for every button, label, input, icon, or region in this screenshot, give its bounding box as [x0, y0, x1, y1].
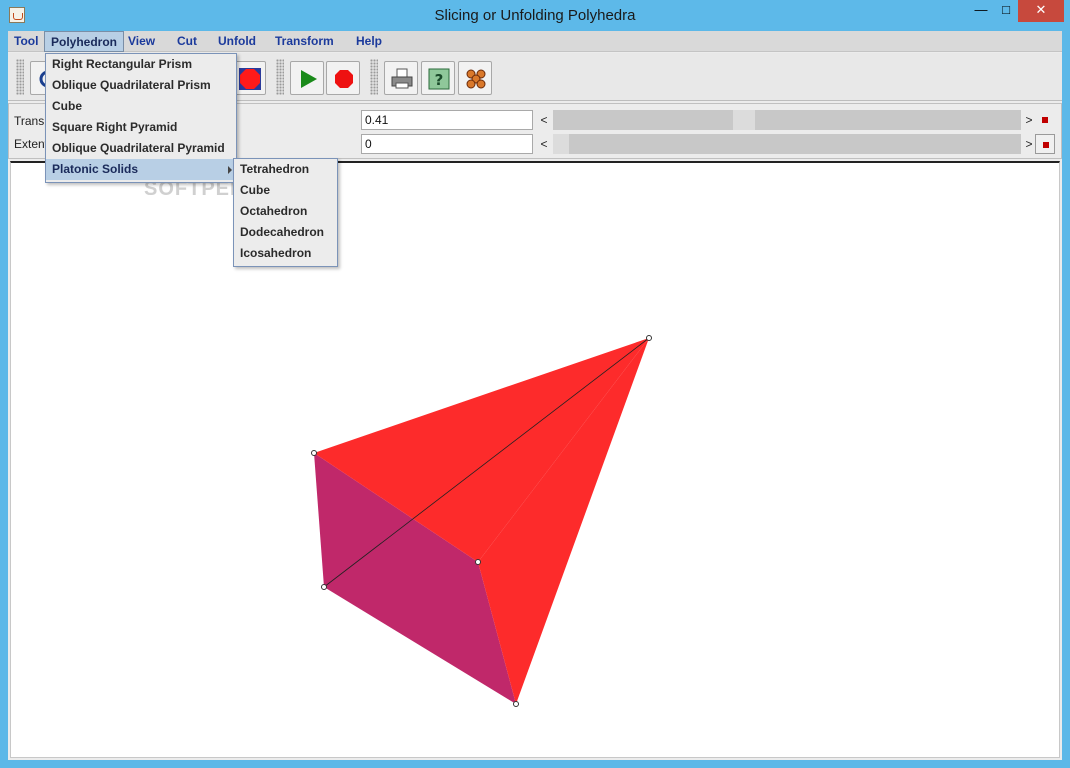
platonic-solids-submenu: Tetrahedron Cube Octahedron Dodecahedron… [233, 158, 338, 267]
print-icon [391, 68, 413, 89]
menu-transform[interactable]: Transform [269, 31, 340, 52]
minimize-button[interactable]: — [968, 0, 994, 22]
print-button[interactable] [384, 61, 418, 95]
svg-text:?: ? [435, 71, 444, 89]
octagon-button[interactable] [232, 61, 266, 95]
client-area: Tool Polyhedron View Cut Unfold Transfor… [8, 31, 1062, 760]
help-button[interactable]: ? [421, 61, 455, 95]
transparency-left-arrow[interactable]: < [536, 110, 552, 130]
menu-cut[interactable]: Cut [171, 31, 203, 52]
extent-label: Extent [14, 137, 49, 151]
extent-slider[interactable] [553, 134, 1021, 154]
app-window: Slicing or Unfolding Polyhedra — □ ✕ Too… [0, 0, 1070, 768]
molecule-icon [466, 69, 486, 89]
title-bar[interactable]: Slicing or Unfolding Polyhedra — □ ✕ [0, 0, 1070, 30]
toolbar-grip[interactable] [276, 59, 284, 95]
molecule-button[interactable] [458, 61, 492, 95]
menu-item-oblique-quadrilateral-prism[interactable]: Oblique Quadrilateral Prism [46, 75, 236, 96]
octagon-icon [239, 68, 261, 90]
polyhedron-drawing[interactable] [11, 163, 1059, 758]
menu-item-cube[interactable]: Cube [46, 96, 236, 117]
menu-item-oblique-quadrilateral-pyramid[interactable]: Oblique Quadrilateral Pyramid [46, 138, 236, 159]
vertex[interactable] [646, 335, 652, 341]
extent-slider-thumb[interactable] [553, 134, 569, 154]
menu-help[interactable]: Help [350, 31, 388, 52]
transparency-slider-thumb[interactable] [733, 110, 755, 130]
menu-unfold[interactable]: Unfold [212, 31, 262, 52]
menu-polyhedron[interactable]: Polyhedron [44, 31, 125, 52]
menu-item-square-right-pyramid[interactable]: Square Right Pyramid [46, 117, 236, 138]
window-title: Slicing or Unfolding Polyhedra [434, 7, 636, 24]
transparency-label: Trans [14, 114, 45, 128]
submenu-item-octahedron[interactable]: Octahedron [234, 201, 337, 222]
menu-view[interactable]: View [122, 31, 161, 52]
toolbar-grip[interactable] [370, 59, 378, 95]
submenu-item-dodecahedron[interactable]: Dodecahedron [234, 222, 337, 243]
transparency-field[interactable] [361, 110, 533, 130]
submenu-item-cube[interactable]: Cube [234, 180, 337, 201]
vertex[interactable] [321, 584, 327, 590]
menu-item-platonic-solids-label: Platonic Solids [52, 162, 139, 176]
play-button[interactable] [290, 61, 324, 95]
polyhedron-canvas[interactable] [10, 161, 1060, 758]
maximize-button[interactable]: □ [994, 0, 1018, 22]
stop-icon [335, 70, 353, 88]
polyhedron-menu: Right Rectangular Prism Oblique Quadrila… [45, 53, 237, 183]
close-button[interactable]: ✕ [1018, 0, 1064, 22]
submenu-arrow-icon [228, 166, 232, 174]
menu-tool[interactable]: Tool [8, 31, 44, 52]
stop-button[interactable] [326, 61, 360, 95]
transparency-slider[interactable] [553, 110, 1021, 130]
vertex[interactable] [475, 559, 481, 565]
extent-left-arrow[interactable]: < [536, 134, 552, 154]
submenu-item-icosahedron[interactable]: Icosahedron [234, 243, 337, 264]
play-icon [301, 70, 317, 88]
toolbar-grip[interactable] [16, 59, 24, 95]
menu-bar: Tool Polyhedron View Cut Unfold Transfor… [8, 31, 1062, 52]
submenu-item-tetrahedron[interactable]: Tetrahedron [234, 159, 337, 180]
menu-item-right-rectangular-prism[interactable]: Right Rectangular Prism [46, 54, 236, 75]
transparency-stop-button[interactable] [1035, 110, 1055, 130]
vertex[interactable] [513, 701, 519, 707]
vertex[interactable] [311, 450, 317, 456]
menu-item-platonic-solids[interactable]: Platonic Solids [46, 159, 236, 180]
help-icon: ? [428, 68, 450, 90]
extent-stop-button[interactable] [1035, 134, 1055, 154]
extent-field[interactable] [361, 134, 533, 154]
